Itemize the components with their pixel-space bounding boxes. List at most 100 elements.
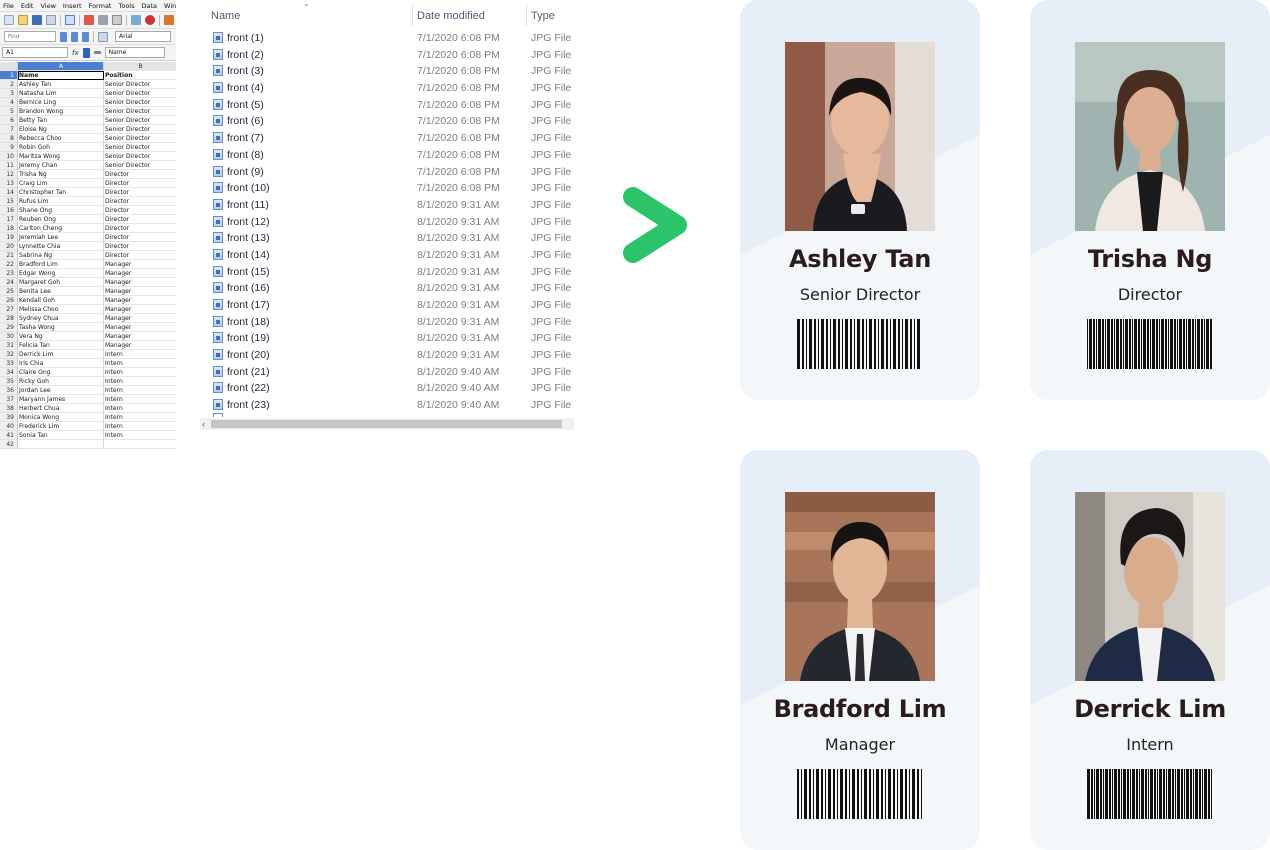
cell-name[interactable]: Monica Wong <box>18 413 104 422</box>
row-header[interactable]: 7 <box>0 125 18 134</box>
select-all-corner[interactable] <box>0 62 18 71</box>
menu-edit[interactable]: Edit <box>21 2 34 10</box>
column-divider[interactable] <box>526 4 527 26</box>
font-name-box[interactable]: Arial <box>115 31 171 42</box>
row-header[interactable]: 37 <box>0 395 18 404</box>
cell-position[interactable]: Director <box>104 170 176 179</box>
row-header[interactable]: 9 <box>0 143 18 152</box>
row-header[interactable]: 12 <box>0 170 18 179</box>
cell-name[interactable]: Iris Chia <box>18 359 104 368</box>
file-row[interactable]: front (9) 7/1/2020 6:08 PM JPG File <box>200 164 574 181</box>
row-header[interactable]: 2 <box>0 80 18 89</box>
cut-icon[interactable] <box>164 15 174 25</box>
formula-icon[interactable] <box>93 51 101 54</box>
file-row[interactable]: front (7) 7/1/2020 6:08 PM JPG File <box>200 130 574 147</box>
file-row[interactable]: front (12) 8/1/2020 9:31 AM JPG File <box>200 214 574 231</box>
cell-name[interactable]: Ashley Tan <box>18 80 104 89</box>
cell-name[interactable]: Bradford Lim <box>18 260 104 269</box>
cell-name[interactable]: Maryann James <box>18 395 104 404</box>
row-header[interactable]: 25 <box>0 287 18 296</box>
cell-position[interactable]: Manager <box>104 332 176 341</box>
row-header[interactable]: 8 <box>0 134 18 143</box>
find-next-icon[interactable] <box>71 31 78 42</box>
menu-file[interactable]: File <box>3 2 14 10</box>
file-row[interactable]: front (21) 8/1/2020 9:40 AM JPG File <box>200 364 574 381</box>
row-header[interactable]: 23 <box>0 269 18 278</box>
cell-position[interactable]: Senior Director <box>104 98 176 107</box>
cell-name[interactable]: Frederick Lim <box>18 422 104 431</box>
menu-view[interactable]: View <box>40 2 55 10</box>
find-input[interactable]: Find <box>4 31 56 42</box>
column-divider[interactable] <box>412 4 413 26</box>
cell-position[interactable]: Position <box>104 71 176 80</box>
file-row[interactable]: front (1) 7/1/2020 6:08 PM JPG File <box>200 30 574 47</box>
column-header-b[interactable]: B <box>104 62 176 71</box>
file-row[interactable]: front (20) 8/1/2020 9:31 AM JPG File <box>200 347 574 364</box>
open-folder-icon[interactable] <box>18 15 28 25</box>
row-header[interactable]: 1 <box>0 71 18 80</box>
cell-name[interactable]: Lynnette Chia <box>18 242 104 251</box>
font-style-icon[interactable] <box>98 31 108 42</box>
column-header-name[interactable]: Name <box>211 10 240 22</box>
new-document-icon[interactable] <box>4 15 14 25</box>
row-header[interactable]: 19 <box>0 233 18 242</box>
cell-name[interactable]: Brandon Wong <box>18 107 104 116</box>
cell-position[interactable]: Senior Director <box>104 134 176 143</box>
horizontal-scrollbar[interactable]: ‹ <box>200 418 574 430</box>
cell-position[interactable]: Director <box>104 179 176 188</box>
edit-file-icon[interactable] <box>65 15 75 25</box>
file-row[interactable]: front (19) 8/1/2020 9:31 AM JPG File <box>200 330 574 347</box>
sum-icon[interactable] <box>82 47 90 58</box>
cell-position[interactable]: Intern <box>104 377 176 386</box>
cell-position[interactable]: Director <box>104 224 176 233</box>
cell-position[interactable]: Senior Director <box>104 107 176 116</box>
cell-position[interactable]: Senior Director <box>104 125 176 134</box>
cell-position[interactable]: Senior Director <box>104 80 176 89</box>
cell-position[interactable]: Manager <box>104 287 176 296</box>
cell-name[interactable]: Maritza Wong <box>18 152 104 161</box>
find-all-icon[interactable] <box>82 31 89 42</box>
row-header[interactable]: 20 <box>0 242 18 251</box>
row-header[interactable]: 38 <box>0 404 18 413</box>
cell-name[interactable]: Tasha Wong <box>18 323 104 332</box>
cell-position[interactable]: Director <box>104 233 176 242</box>
cell-name[interactable]: Benita Lee <box>18 287 104 296</box>
cell-position[interactable]: Intern <box>104 386 176 395</box>
file-row[interactable]: front (11) 8/1/2020 9:31 AM JPG File <box>200 197 574 214</box>
row-header[interactable]: 15 <box>0 197 18 206</box>
row-header[interactable]: 14 <box>0 188 18 197</box>
cell-name[interactable]: Sabrina Ng <box>18 251 104 260</box>
row-header[interactable]: 22 <box>0 260 18 269</box>
cell-position[interactable]: Senior Director <box>104 152 176 161</box>
cell-position[interactable]: Intern <box>104 368 176 377</box>
row-header[interactable]: 3 <box>0 89 18 98</box>
cell-name[interactable]: Jeremiah Lee <box>18 233 104 242</box>
file-row[interactable]: front (22) 8/1/2020 9:40 AM JPG File <box>200 380 574 397</box>
cell-position[interactable]: Senior Director <box>104 89 176 98</box>
row-header[interactable]: 21 <box>0 251 18 260</box>
cell-name[interactable]: Jeremy Chan <box>18 161 104 170</box>
scrollbar-thumb[interactable] <box>211 420 562 428</box>
find-previous-icon[interactable] <box>60 31 67 42</box>
row-header[interactable]: 11 <box>0 161 18 170</box>
cell-name[interactable]: Eloise Ng <box>18 125 104 134</box>
row-header[interactable]: 4 <box>0 98 18 107</box>
cell-grid[interactable]: A B 1 Name Position 2 Ashley Tan Senior Direc… <box>0 62 176 449</box>
cell-name[interactable]: Robin Goh <box>18 143 104 152</box>
cell-position[interactable]: Manager <box>104 269 176 278</box>
cell-position[interactable]: Director <box>104 206 176 215</box>
cell-position[interactable]: Manager <box>104 314 176 323</box>
cell-position[interactable]: Intern <box>104 395 176 404</box>
file-row[interactable]: front (17) 8/1/2020 9:31 AM JPG File <box>200 297 574 314</box>
cell-name[interactable]: Derrick Lim <box>18 350 104 359</box>
row-header[interactable]: 42 <box>0 440 18 449</box>
cell-name[interactable]: Reuben Ong <box>18 215 104 224</box>
export-pdf-icon[interactable] <box>84 15 94 25</box>
cell-position[interactable]: Intern <box>104 350 176 359</box>
file-row[interactable]: front (18) 8/1/2020 9:31 AM JPG File <box>200 314 574 331</box>
menu-insert[interactable]: Insert <box>63 2 82 10</box>
email-icon[interactable] <box>46 15 56 25</box>
file-row[interactable]: front (8) 7/1/2020 6:08 PM JPG File <box>200 147 574 164</box>
row-header[interactable]: 18 <box>0 224 18 233</box>
file-row[interactable]: front (15) 8/1/2020 9:31 AM JPG File <box>200 264 574 281</box>
